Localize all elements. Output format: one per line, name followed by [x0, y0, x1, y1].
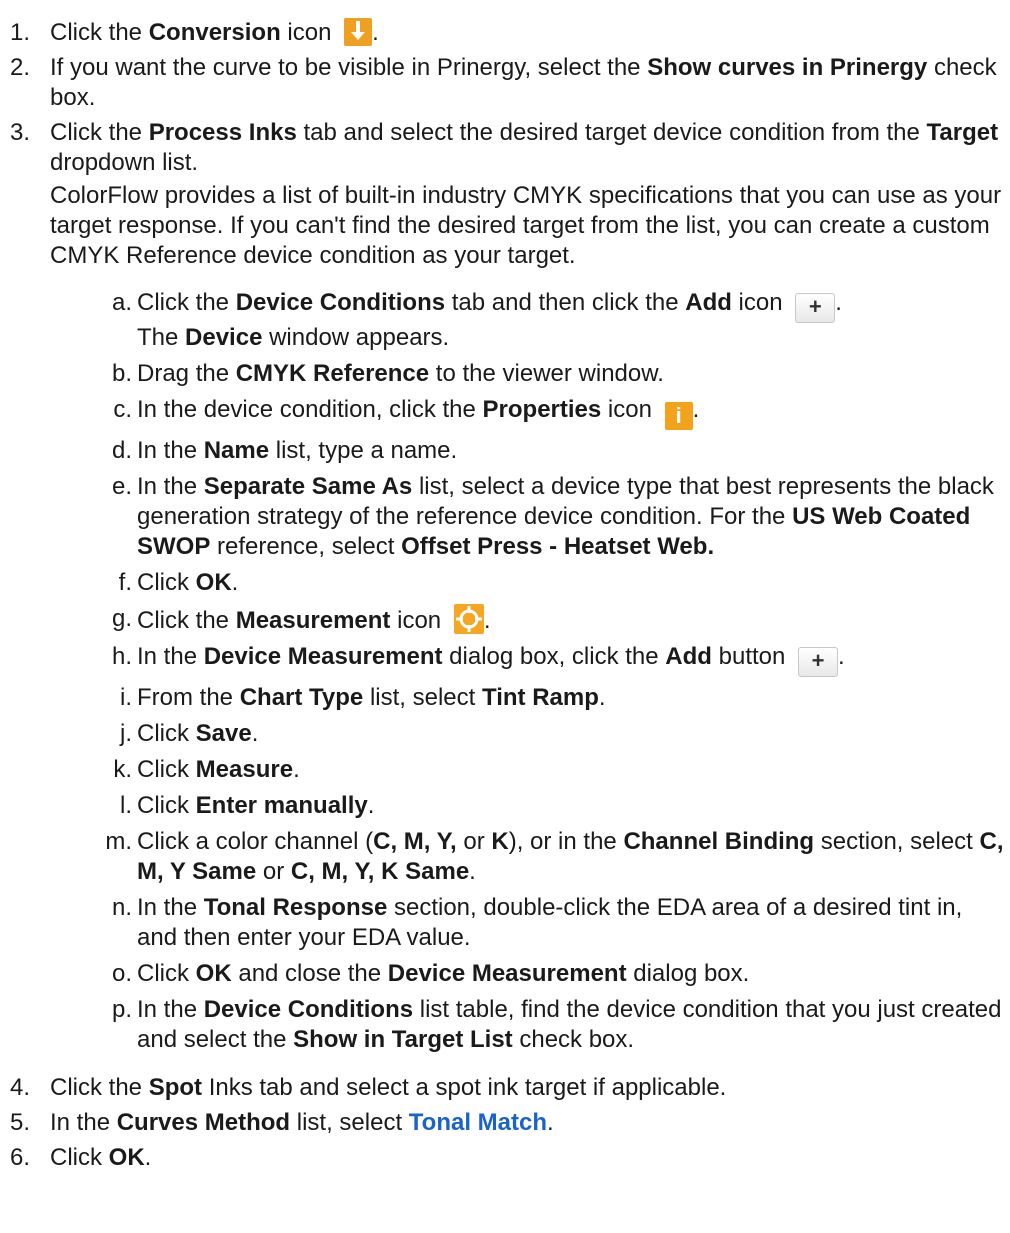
step-5: 5. In the Curves Method list, select Ton…	[10, 1109, 554, 1136]
substep-m: m. Click a color channel (C, M, Y, or K)…	[105, 828, 1004, 885]
info-icon: i	[664, 402, 693, 430]
step-number: 6.	[10, 1144, 31, 1171]
substep-i: i. From the Chart Type list, select Tint…	[120, 684, 606, 711]
substep-e: e. In the Separate Same As list, select …	[111, 473, 994, 560]
substep-d: d. In the Name list, type a name.	[111, 437, 458, 464]
conversion-icon	[344, 18, 373, 46]
substep-l: l. Click Enter manually.	[120, 792, 375, 819]
tonal-match-link: Tonal Match	[408, 1109, 548, 1136]
step-number: 2.	[10, 54, 31, 81]
step-1: 1. Click the Conversion icon .	[10, 18, 379, 46]
step-number: 3.	[10, 119, 31, 146]
step-2: 2. If you want the curve to be visible i…	[10, 54, 997, 111]
step-3: 3. Click the Process Inks tab and select…	[10, 119, 1005, 1055]
step-number: 5.	[10, 1109, 31, 1136]
substep-b: b. Drag the CMYK Reference to the viewer…	[111, 360, 664, 387]
step-4: 4. Click the Spot Inks tab and select a …	[10, 1074, 727, 1101]
substep-p: p. In the Device Conditions list table, …	[111, 996, 1002, 1053]
substep-h: h. In the Device Measurement dialog box,…	[50, 642, 1005, 677]
substep-a: a. Click the Device Conditions tab and t…	[111, 289, 842, 351]
add-icon: +	[795, 293, 836, 323]
step-6: 6. Click OK.	[10, 1144, 152, 1171]
substep-c: c. In the device condition, click the Pr…	[113, 396, 700, 430]
substep-j: j. Click Save.	[120, 720, 259, 747]
substep-f: f. Click OK.	[118, 569, 239, 596]
add-icon: +	[798, 647, 839, 677]
substep-k: k. Click Measure.	[113, 756, 300, 783]
substep-o: o. Click OK and close the Device Measure…	[111, 960, 750, 987]
step-number: 1.	[10, 19, 31, 46]
target-icon	[453, 604, 484, 634]
step-note: ColorFlow provides a list of built-in in…	[50, 182, 1002, 269]
substep-list: a. Click the Device Conditions tab and t…	[50, 288, 1005, 1055]
substep-n: n. In the Tonal Response section, double…	[111, 894, 963, 951]
substep-g: g. Click the Measurement icon .	[111, 604, 491, 634]
instruction-list: 1. Click the Conversion icon . 2. If you…	[0, 18, 1005, 1178]
step-number: 4.	[10, 1074, 31, 1101]
